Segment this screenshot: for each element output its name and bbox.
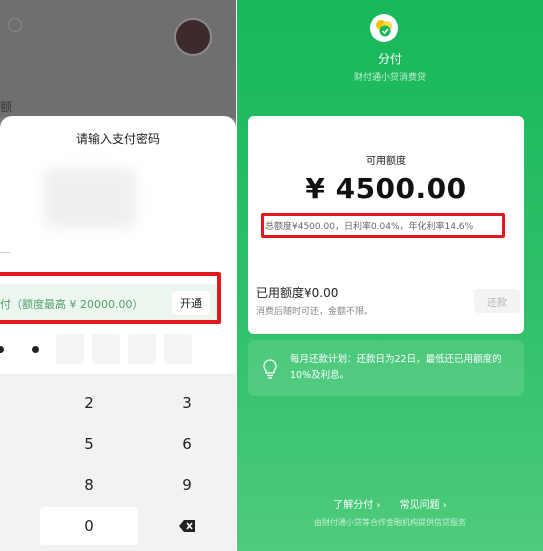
password-cell: [164, 334, 192, 364]
avatar: [174, 18, 212, 56]
sheet-title: 请输入支付密码: [75, 132, 160, 146]
key-0[interactable]: 0: [40, 507, 138, 545]
divider: [0, 252, 10, 253]
password-cell: [128, 334, 156, 364]
dimmed-background: 额: [0, 0, 236, 118]
footer-links: 了解分付 › 常见问题 ›: [237, 496, 543, 511]
dimmed-icon: [8, 18, 22, 32]
password-sheet: 请输入支付密码 付（额度最高 ¥ 20000.00） 开通 2 3 5 6 8 …: [0, 116, 236, 551]
key-8[interactable]: 8: [40, 466, 138, 504]
password-dot: [32, 346, 39, 353]
available-label: 可用额度: [366, 156, 406, 167]
notice-text: 每月还款计划：还款日为22日，最低还已用额度的10%及利息。: [290, 354, 502, 381]
learn-more-link[interactable]: 了解分付 ›: [333, 500, 380, 511]
left-panel: 额 请输入支付密码 付（额度最高 ¥ 20000.00） 开通 2 3 5 6 …: [0, 0, 236, 551]
key-2[interactable]: 2: [40, 384, 138, 422]
faq-link[interactable]: 常见问题 ›: [400, 500, 447, 511]
used-description: 消费后随时可还，金额不限。: [256, 307, 374, 317]
used-amount: 已用额度¥0.00: [256, 286, 339, 300]
password-cells[interactable]: [0, 334, 236, 366]
credit-card: 可用额度 ¥ 4500.00 总额度¥4500.00，日利率0.04%，年化利率…: [248, 116, 524, 334]
blurred-content: [44, 168, 136, 228]
key-6[interactable]: 6: [138, 425, 236, 463]
right-panel: 分付 财付通小贷消费贷 可用额度 ¥ 4500.00 总额度¥4500.00，日…: [237, 0, 543, 551]
numeric-keypad: 2 3 5 6 8 9 0: [0, 374, 236, 551]
footer-note: 由财付通小贷等合作金融机构提供信贷服务: [314, 518, 466, 527]
key-5[interactable]: 5: [40, 425, 138, 463]
app-subtitle: 财付通小贷消费贷: [353, 73, 426, 83]
password-dot: [0, 346, 4, 353]
highlight-box: [261, 213, 505, 238]
lightbulb-icon: [263, 359, 277, 379]
available-amount: ¥ 4500.00: [305, 172, 467, 205]
backspace-icon[interactable]: [138, 507, 236, 545]
repay-button[interactable]: 还款: [474, 289, 520, 313]
fenfu-logo-icon: [370, 14, 398, 42]
app-name: 分付: [377, 52, 402, 66]
password-cell: [56, 334, 84, 364]
password-cell: [92, 334, 120, 364]
repayment-notice: 每月还款计划：还款日为22日，最低还已用额度的10%及利息。: [248, 340, 524, 396]
highlight-box: [0, 272, 221, 324]
screen: 额 请输入支付密码 付（额度最高 ¥ 20000.00） 开通 2 3 5 6 …: [0, 0, 543, 551]
key-9[interactable]: 9: [138, 466, 236, 504]
key-3[interactable]: 3: [138, 384, 236, 422]
dimmed-text: 额: [0, 100, 13, 114]
